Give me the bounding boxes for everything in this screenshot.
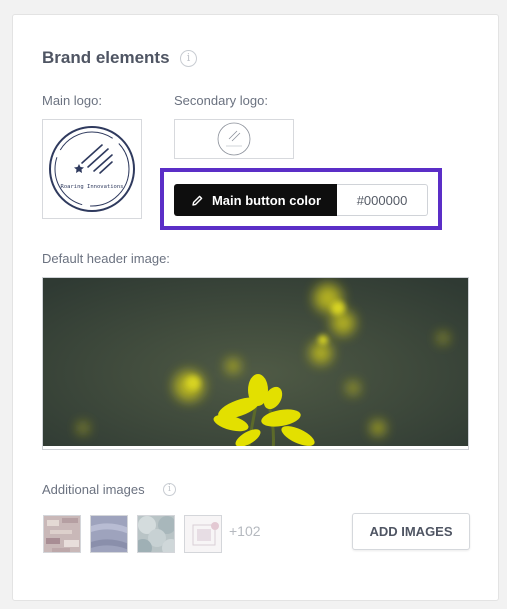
secondary-logo[interactable] xyxy=(174,119,294,159)
secondary-logo-label: Secondary logo: xyxy=(174,93,268,108)
header-image-label: Default header image: xyxy=(42,251,170,266)
main-button-color-button[interactable]: Main button color xyxy=(174,184,338,216)
main-logo[interactable]: Roaring Innovations xyxy=(42,119,142,219)
brand-elements-card: Brand elements i Main logo: Secondary lo… xyxy=(12,14,499,601)
pencil-icon xyxy=(192,195,203,206)
section-title: Brand elements xyxy=(42,48,170,67)
additional-images-label: Additional images xyxy=(42,482,145,497)
main-logo-text: Roaring Innovations xyxy=(61,184,124,190)
thumb-texture xyxy=(138,516,174,552)
additional-images-count[interactable]: +102 xyxy=(229,523,261,539)
main-logo-image: Roaring Innovations xyxy=(49,126,135,212)
main-button-color-input[interactable] xyxy=(337,184,428,216)
info-icon[interactable]: i xyxy=(180,50,197,67)
main-button-color-label: Main button color xyxy=(211,192,322,208)
additional-image-thumb[interactable] xyxy=(137,515,175,553)
thumb-texture xyxy=(91,516,127,552)
additional-image-thumb[interactable] xyxy=(184,515,222,553)
header-photo xyxy=(43,278,468,449)
add-images-button[interactable]: ADD IMAGES xyxy=(352,513,470,550)
main-logo-label: Main logo: xyxy=(42,93,102,108)
secondary-logo-image xyxy=(217,122,251,156)
additional-image-thumb[interactable] xyxy=(43,515,81,553)
default-header-image[interactable] xyxy=(42,277,469,450)
thumb-texture xyxy=(44,516,80,552)
additional-image-thumb[interactable] xyxy=(90,515,128,553)
thumb-texture xyxy=(185,516,221,552)
info-icon[interactable]: i xyxy=(163,483,176,496)
